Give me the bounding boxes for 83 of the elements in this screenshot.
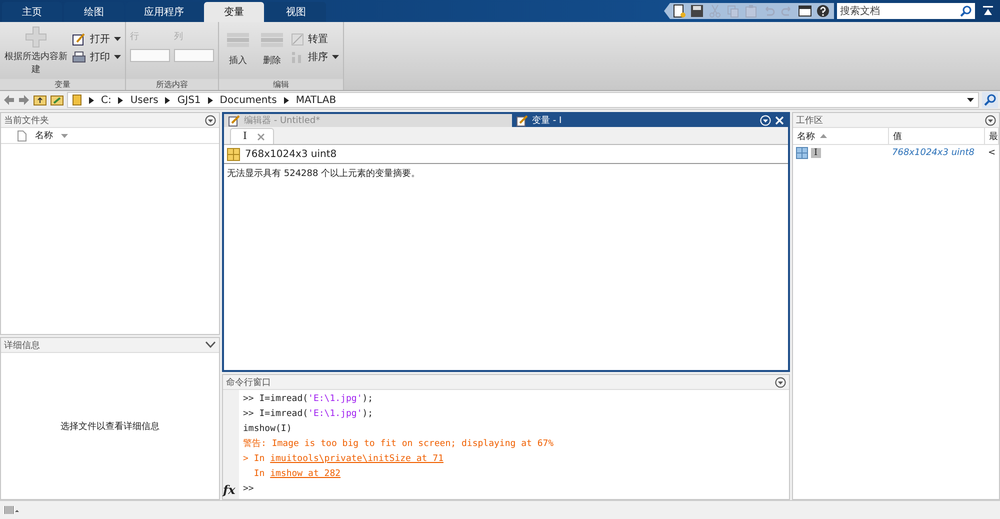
group-label: 变量 (0, 79, 125, 90)
plus-icon (25, 26, 47, 48)
command-output-line: >> I=imread('E:\1.jpg'); (243, 393, 374, 406)
caret-icon (332, 55, 339, 59)
collapse-icon[interactable] (982, 5, 994, 17)
path-segment[interactable]: GJS1 (177, 94, 201, 106)
separator-arrow-icon (118, 96, 124, 104)
command-prompt[interactable]: >> (243, 484, 254, 494)
separator-arrow-icon (165, 96, 170, 104)
separator-arrow-icon (284, 96, 289, 104)
panel-menu-icon[interactable] (205, 114, 216, 126)
command-output-line: In imshow at 282 (252, 468, 342, 481)
toolstrip-tab[interactable]: 主页 (2, 2, 62, 22)
caret-icon (114, 55, 121, 59)
group-label: 编辑 (219, 79, 343, 90)
column-header[interactable]: 值 (889, 128, 985, 145)
separator-arrow-icon (89, 96, 94, 104)
variable-message: 无法显示具有 524288 个以上元素的变量摘要。 (227, 169, 420, 179)
sort-caret-icon (61, 134, 68, 138)
panel-title: 当前文件夹 (4, 114, 49, 126)
search-icon[interactable] (960, 5, 972, 17)
browse-folder-icon[interactable] (50, 94, 64, 106)
sort-button[interactable]: 排序 (291, 50, 339, 64)
sort-up-icon (820, 134, 827, 138)
chevron-down-icon[interactable] (205, 341, 216, 349)
document-pencil-icon (72, 32, 86, 46)
column-header[interactable]: 最 (985, 128, 999, 145)
document-tab[interactable]: I (230, 128, 274, 144)
print-button[interactable]: 打印 (72, 50, 121, 64)
forward-arrow-icon[interactable] (18, 94, 30, 106)
variable-size-label: 768x1024x3 uint8 (245, 148, 337, 160)
table-cell-text: < (987, 146, 997, 160)
toolstrip-tab[interactable]: 视图 (266, 2, 326, 22)
printer-icon (72, 50, 86, 64)
panel-menu-icon[interactable] (775, 376, 786, 388)
transpose-button[interactable]: 转置 (291, 32, 339, 46)
group-label: 所选内容 (126, 79, 218, 90)
search-icon[interactable] (982, 92, 998, 108)
open-button[interactable]: 打开 (72, 32, 121, 46)
grid-icon (796, 146, 808, 158)
toolstrip-tab[interactable]: 变量 (204, 2, 264, 22)
up-folder-icon[interactable] (33, 94, 47, 106)
help-icon[interactable] (816, 4, 830, 18)
command-output-line: 警告: Image is too big to fit on screen; displaying at 67% (243, 438, 555, 451)
variable-value: 768x1024x3 uint8 (891, 146, 976, 160)
command-output-line: imshow(I) (243, 423, 293, 436)
back-arrow-icon[interactable] (3, 94, 15, 106)
panel-title: 详细信息 (4, 340, 40, 352)
new-from-selection-button[interactable]: 根据所选内容新建 (4, 26, 68, 76)
column-header[interactable]: 名称 (793, 128, 889, 145)
grid-rows-icon (226, 32, 250, 48)
document-pencil-icon (228, 114, 240, 126)
grid-icon (227, 148, 240, 160)
transpose-icon (291, 32, 304, 46)
path-segment[interactable]: C: (101, 94, 112, 106)
search-field[interactable]: 搜索文档 (837, 3, 975, 19)
path-segment[interactable]: Documents (220, 94, 277, 106)
layout-icon[interactable] (798, 4, 812, 18)
grid-rows-icon (260, 32, 284, 48)
new-icon[interactable] (672, 4, 686, 18)
panel-title: 工作区 (796, 114, 823, 126)
save-icon[interactable] (690, 4, 704, 18)
variable-name[interactable]: I (811, 148, 821, 158)
file-icon (17, 130, 27, 142)
command-output-line: > In imuitools\private\initSize at 71 (243, 453, 444, 466)
dropdown-caret-icon[interactable] (967, 98, 974, 102)
path-segment[interactable]: MATLAB (296, 94, 336, 106)
function-button[interactable]: fx (223, 483, 236, 497)
panel-title: 命令行窗口 (226, 376, 271, 388)
path-segment[interactable]: Users (130, 94, 158, 106)
sort-icon (291, 50, 304, 64)
document-pencil-icon (516, 114, 528, 126)
panel-menu-icon[interactable] (985, 114, 996, 126)
column-header[interactable]: 名称 (35, 129, 53, 142)
grip-icon[interactable] (4, 505, 20, 515)
insert-button[interactable]: 插入 (223, 26, 253, 67)
path-field[interactable]: C: Users GJS1 Documents MATLAB (67, 92, 979, 108)
caret-icon (114, 37, 121, 41)
separator-arrow-icon (208, 96, 213, 104)
details-message: 选择文件以查看详细信息 (60, 420, 160, 432)
delete-button[interactable]: 删除 (257, 26, 287, 67)
command-output-line: >> I=imread('E:\1.jpg'); (243, 408, 374, 421)
folder-icon (72, 94, 82, 106)
